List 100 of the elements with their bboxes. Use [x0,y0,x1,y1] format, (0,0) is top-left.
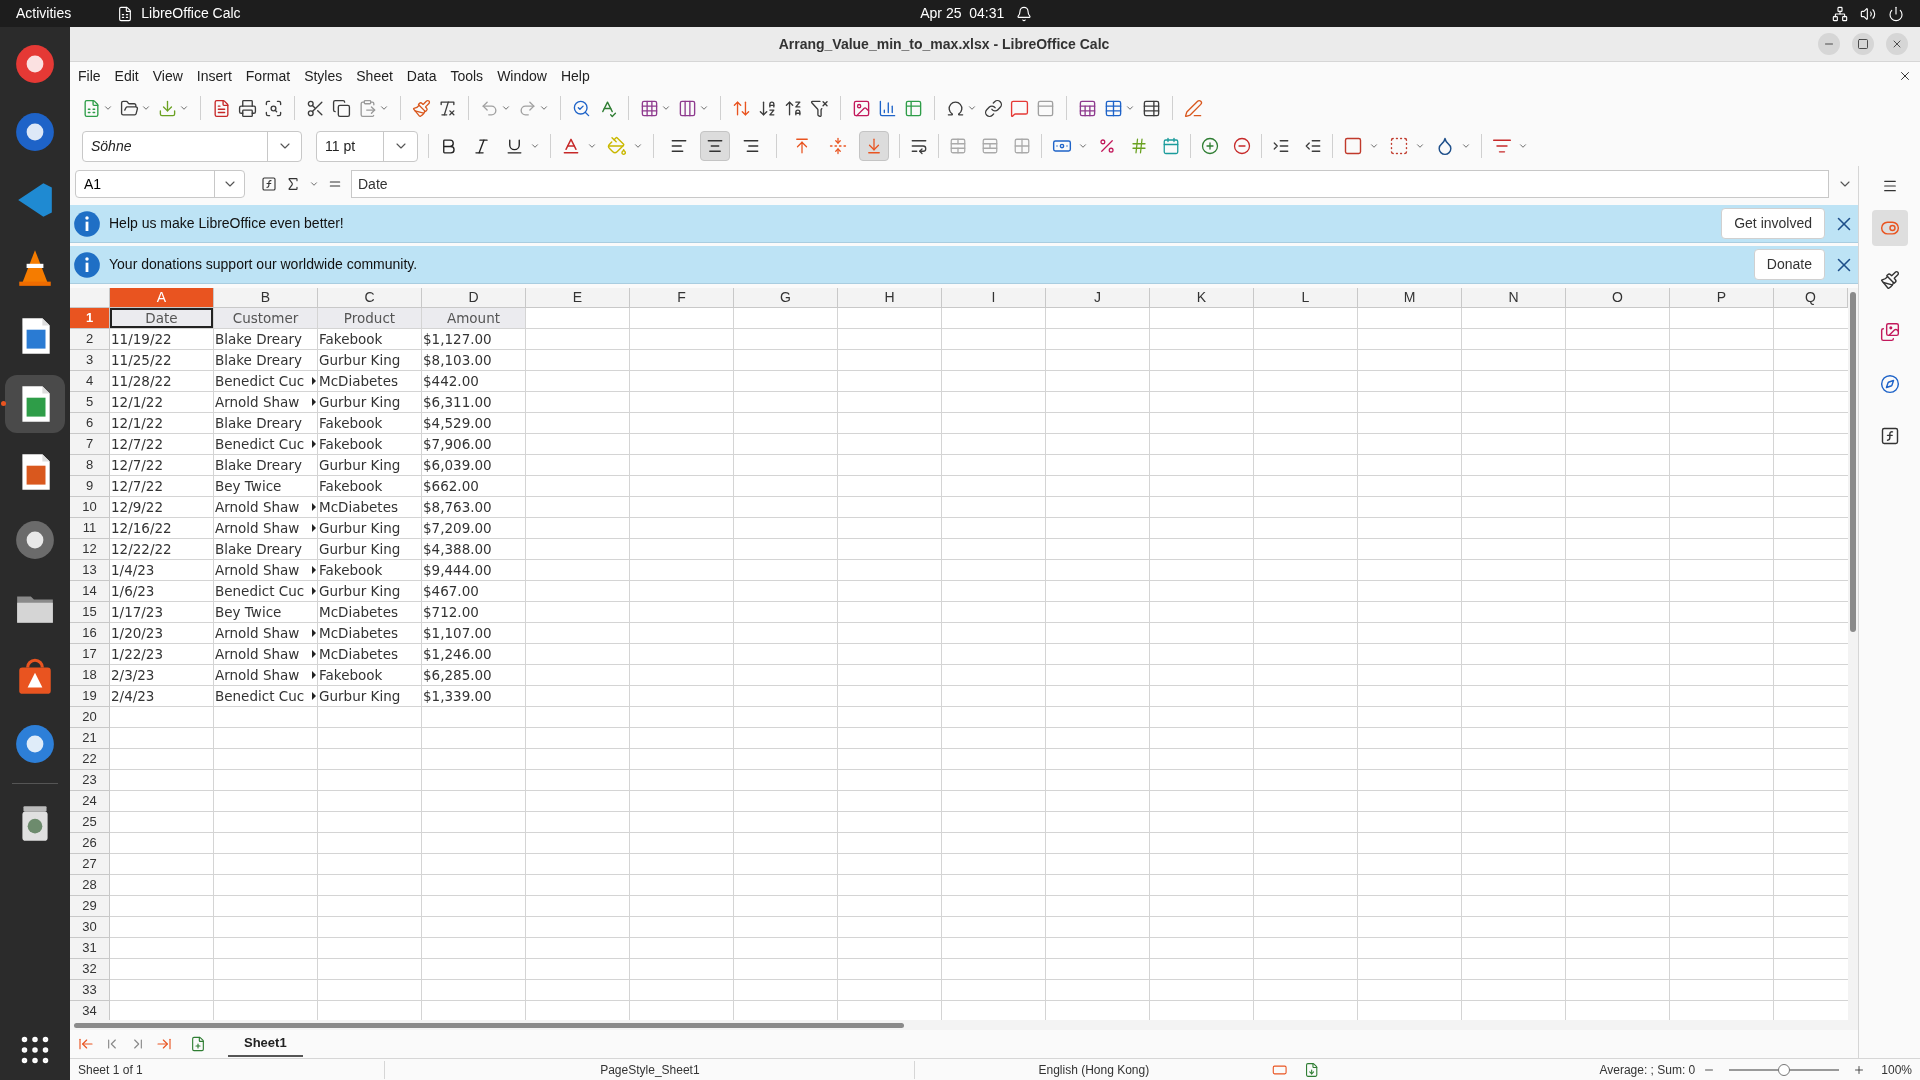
dropdown-caret-icon[interactable] [1078,141,1088,151]
row-header[interactable]: 24 [70,791,110,812]
omega-icon[interactable] [946,98,965,118]
row-header[interactable]: 15 [70,602,110,623]
horizontal-scrollbar[interactable] [74,1022,904,1028]
folder-icon[interactable] [120,98,139,118]
info-action-button[interactable]: Donate [1753,249,1825,280]
print-preview-icon[interactable] [264,98,283,118]
border-style-icon[interactable] [1389,136,1409,156]
align-middle-icon[interactable] [829,137,847,155]
align-center-icon[interactable] [706,137,724,155]
close-button[interactable] [1886,33,1908,55]
functions-icon[interactable] [1879,426,1900,446]
help-icon[interactable] [14,723,56,765]
column-header[interactable]: I [942,288,1046,308]
app-icon[interactable] [117,5,134,22]
align-button[interactable] [700,131,730,161]
properties-icon[interactable] [1879,218,1900,238]
draw-icon[interactable] [1184,98,1203,118]
row-header[interactable]: 32 [70,959,110,980]
activities-button[interactable]: Activities [16,3,72,24]
chart-icon[interactable] [878,98,897,118]
dropdown-caret-icon[interactable] [587,141,597,151]
dropdown-caret-icon[interactable] [103,103,113,113]
close-document-icon[interactable] [1898,69,1912,83]
menu-item[interactable]: Edit [114,65,139,87]
row-header[interactable]: 26 [70,833,110,854]
clear-formatting-icon[interactable] [438,98,457,118]
menu-icon[interactable] [1881,178,1898,194]
printer-icon[interactable] [238,98,257,118]
dropdown-caret-icon[interactable] [699,103,709,113]
gridlines-icon[interactable] [1142,98,1161,118]
row-header[interactable]: 6 [70,413,110,434]
row-header[interactable]: 14 [70,581,110,602]
column-header[interactable]: P [1670,288,1774,308]
row-header[interactable]: 19 [70,686,110,707]
row-header[interactable]: 23 [70,770,110,791]
column-header[interactable]: H [838,288,942,308]
dropdown-caret-icon[interactable] [179,103,189,113]
menu-item[interactable]: Help [560,65,590,87]
font-size-field[interactable]: 11 pt [316,130,418,162]
column-header[interactable]: J [1046,288,1150,308]
align-top-icon[interactable] [793,137,811,155]
app-name[interactable]: LibreOffice Calc [141,3,241,24]
menu-item[interactable]: File [78,65,101,87]
column-header[interactable]: M [1358,288,1462,308]
menu-item[interactable]: Tools [450,65,484,87]
column-header[interactable]: L [1254,288,1358,308]
sort-descending-icon[interactable] [784,98,803,118]
outdent-icon[interactable] [1304,137,1322,155]
last-sheet-icon[interactable] [156,1036,172,1052]
indent-icon[interactable] [1272,137,1290,155]
row-grid-icon[interactable] [640,98,659,118]
menu-item[interactable]: Insert [196,65,232,87]
image-icon[interactable] [852,98,871,118]
menu-item[interactable]: Styles [304,65,343,87]
number-format-icon[interactable] [1130,137,1148,155]
table-icon[interactable] [1104,98,1123,118]
dropdown-caret-icon[interactable] [141,103,151,113]
highlight-color-icon[interactable] [607,136,627,156]
maximize-icon[interactable] [1857,38,1869,50]
vertical-scrollbar[interactable] [1848,288,1858,1020]
merge-cells-icon[interactable] [949,137,967,155]
row-header[interactable]: 12 [70,539,110,560]
column-header[interactable]: K [1150,288,1254,308]
copy-icon[interactable] [332,98,351,118]
image-editor-icon[interactable] [14,519,56,561]
date-format-icon[interactable] [1162,137,1180,155]
comment-icon[interactable] [1010,98,1029,118]
dock-item[interactable] [5,375,65,433]
cell-grid[interactable] [110,308,1848,1020]
row-header[interactable]: 7 [70,434,110,455]
dropdown-caret-icon[interactable] [1125,103,1135,113]
row-header[interactable]: 30 [70,917,110,938]
column-header[interactable]: D [422,288,526,308]
row-header[interactable]: 20 [70,707,110,728]
dropdown-caret-icon[interactable] [379,103,389,113]
dropdown-caret-icon[interactable] [1369,141,1379,151]
first-sheet-icon[interactable] [78,1036,94,1052]
dropdown-caret-icon[interactable] [633,141,643,151]
row-header[interactable]: 25 [70,812,110,833]
print-range-icon[interactable] [1078,98,1097,118]
row-header[interactable]: 10 [70,497,110,518]
link-icon[interactable] [984,98,1003,118]
navigator-icon[interactable] [1879,374,1900,394]
row-header[interactable]: 29 [70,896,110,917]
italic-icon[interactable] [472,136,491,156]
menu-item[interactable]: Sheet [356,65,393,87]
column-header[interactable]: N [1462,288,1566,308]
column-header[interactable]: A [110,288,214,308]
sort-ascending-icon[interactable] [758,98,777,118]
dropdown-caret-icon[interactable] [661,103,671,113]
row-header[interactable]: 33 [70,980,110,1001]
align-right-icon[interactable] [742,137,760,155]
gallery-icon[interactable] [1879,322,1900,342]
column-header[interactable]: E [526,288,630,308]
bell-icon[interactable] [1016,5,1033,22]
power-icon[interactable] [1888,5,1904,22]
row-header[interactable]: 5 [70,392,110,413]
column-grid-icon[interactable] [678,98,697,118]
